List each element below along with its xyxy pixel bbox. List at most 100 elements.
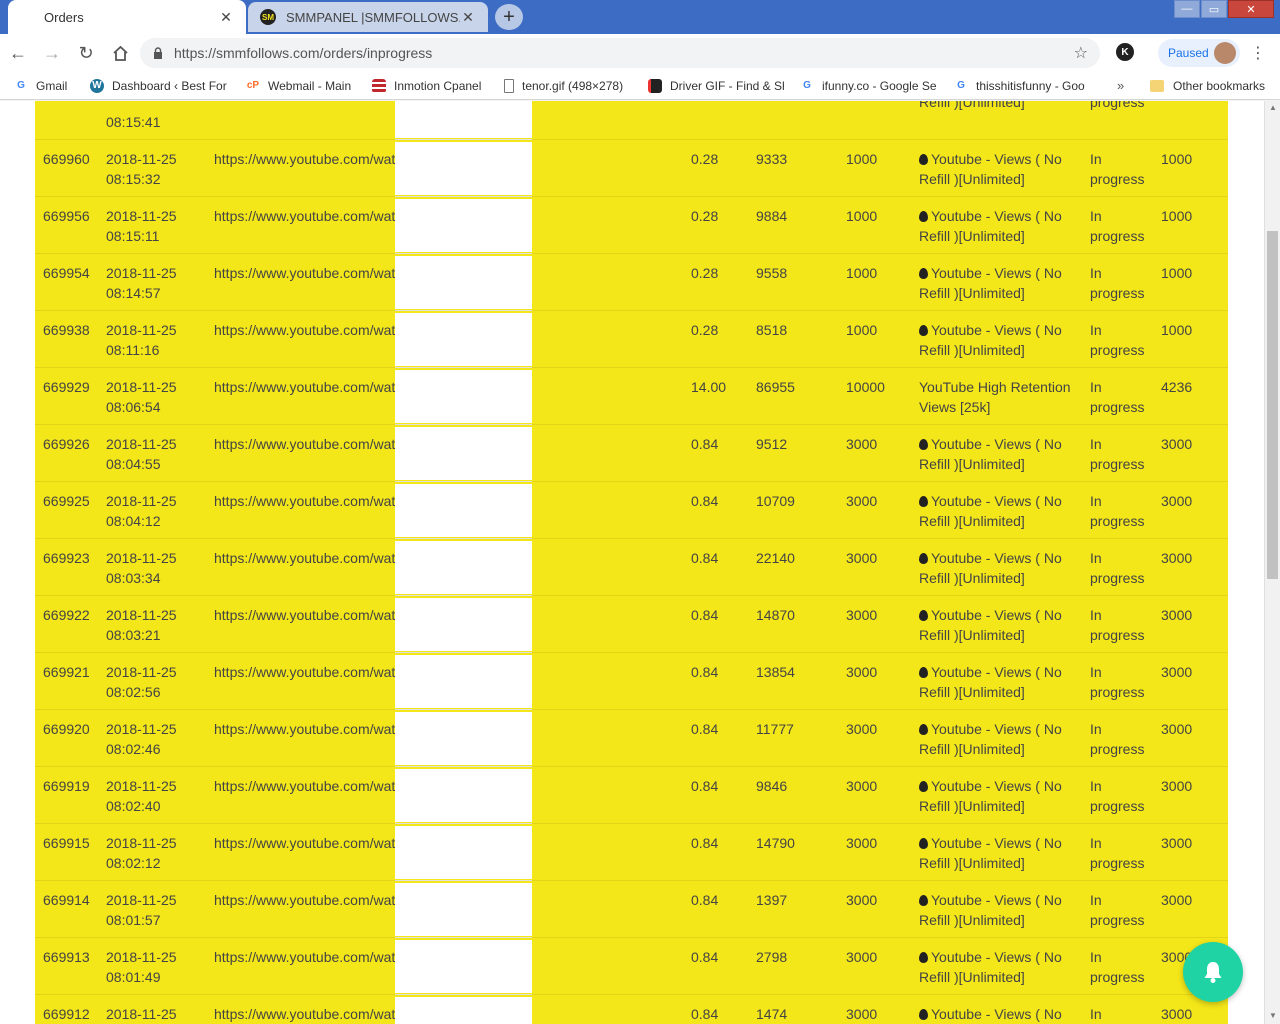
order-charge: 0.28 [691, 265, 719, 281]
order-link[interactable]: https://www.youtube.com/watch [214, 1004, 395, 1024]
order-status: progress [1090, 101, 1145, 110]
order-service-label: Youtube - Views ( No Refill )[Unlimited] [919, 151, 1062, 187]
back-button[interactable]: ← [2, 37, 34, 69]
other-bookmarks[interactable]: Other bookmarks [1150, 72, 1265, 100]
order-date-day: 2018-11-25 [106, 265, 177, 281]
notifications-button[interactable] [1183, 942, 1243, 1002]
order-link[interactable]: https://www.youtube.com/watch [214, 206, 395, 226]
bookmark-ifunny[interactable]: G ifunny.co - Google Se [800, 79, 938, 93]
redaction-block [395, 484, 532, 537]
order-remains: 3000 [1161, 550, 1193, 566]
extension-icon[interactable]: K [1116, 43, 1134, 61]
order-charge: 0.84 [691, 607, 719, 623]
maximize-button[interactable]: ▭ [1201, 0, 1227, 18]
order-link[interactable]: https://www.youtube.com/watch [214, 320, 395, 340]
order-link[interactable]: https://www.youtube.com/watch [214, 605, 395, 625]
order-link[interactable]: https://www.youtube.com/watch [214, 149, 395, 169]
address-bar[interactable]: https://smmfollows.com/orders/inprogress… [140, 38, 1100, 68]
order-quantity: 3000 [846, 436, 878, 452]
order-date-day: 2018-11-25 [106, 208, 177, 224]
order-date-time: 08:02:40 [106, 798, 161, 814]
plus-icon: + [503, 5, 515, 28]
order-charge: 14.00 [691, 379, 727, 395]
table-row: 669925 2018-11-25 08:04:12 https://www.yout… [35, 482, 1228, 539]
order-status: In progress [1090, 208, 1145, 244]
google-icon: G [957, 80, 965, 91]
order-date-day: 2018-11-25 [106, 436, 177, 452]
order-date: 2018-11-25 08:06:54 [106, 377, 196, 417]
tab-orders[interactable]: Orders ✕ [8, 0, 246, 34]
order-status: In progress [1090, 664, 1145, 700]
scroll-thumb[interactable] [1267, 231, 1278, 579]
order-link[interactable]: https://www.youtube.com/watch [214, 947, 395, 967]
order-service: Youtube - Views ( No Refill )[Unlimited] [919, 206, 1079, 246]
order-date-day: 2018-11-25 [106, 949, 177, 965]
order-charge: 0.28 [691, 322, 719, 338]
redaction-block [395, 769, 532, 822]
order-service-label: Youtube - Views ( No Refill )[Unlimited] [919, 664, 1062, 700]
table-row: 669922 2018-11-25 08:03:21 https://www.yout… [35, 596, 1228, 653]
bookmarks-overflow-icon[interactable]: » [1117, 78, 1124, 93]
order-charge: 0.84 [691, 892, 719, 908]
flame-icon [919, 667, 928, 678]
kebab-menu-icon[interactable]: ⋮ [1250, 43, 1266, 63]
order-link[interactable]: https://www.youtube.com/watch [214, 548, 395, 568]
order-start-count: 9333 [756, 151, 788, 167]
order-link[interactable]: https://www.youtube.com/watch [214, 890, 395, 910]
bookmark-webmail[interactable]: cP Webmail - Main [246, 79, 356, 93]
home-button[interactable] [104, 37, 136, 69]
bookmark-tenor[interactable]: tenor.gif (498×278) [504, 78, 632, 93]
table-row: 669938 2018-11-25 08:11:16 https://www.yout… [35, 311, 1228, 368]
close-tab-icon[interactable]: ✕ [460, 9, 476, 26]
tab-title: SMMPANEL |SMMFOLLOWS.COM [286, 9, 460, 25]
redaction-block [395, 655, 532, 708]
new-tab-button[interactable]: + [495, 4, 523, 30]
scroll-down-icon[interactable]: ▼ [1269, 1011, 1277, 1020]
minimize-button[interactable]: — [1174, 0, 1200, 18]
order-remains: 3000 [1161, 1006, 1193, 1022]
flame-icon [919, 325, 928, 336]
bookmark-inmotion[interactable]: Inmotion Cpanel [372, 78, 488, 93]
order-date-day: 2018-11-25 [106, 493, 177, 509]
tab-smmpanel[interactable]: SM SMMPANEL |SMMFOLLOWS.COM ✕ [248, 2, 488, 32]
order-link[interactable]: https://www.youtube.com/watch [214, 776, 395, 796]
order-link[interactable]: https://www.youtube.com/watch [214, 833, 395, 853]
star-icon[interactable]: ☆ [1074, 43, 1088, 63]
order-date-day: 2018-11-25 [106, 778, 177, 794]
bookmark-dashboard[interactable]: W Dashboard ‹ Best For [90, 78, 230, 93]
order-date-day: 2018-11-25 [106, 607, 177, 623]
order-link[interactable]: https://www.youtube.com/watch [214, 491, 395, 511]
flame-icon [919, 439, 928, 450]
close-window-button[interactable]: ✕ [1228, 0, 1274, 18]
order-charge: 0.84 [691, 721, 719, 737]
reload-button[interactable]: ↻ [70, 37, 102, 69]
order-link[interactable]: https://www.youtube.com/watch [214, 662, 395, 682]
bookmark-gmail[interactable]: G Gmail [14, 79, 74, 93]
order-quantity: 3000 [846, 949, 878, 965]
profile-button[interactable]: Paused [1158, 39, 1240, 67]
order-date: 08:15:41 [106, 101, 196, 132]
bookmark-thisshitisfunny[interactable]: G thisshitisfunny - Goo [954, 79, 1094, 93]
order-date-time: 08:03:34 [106, 570, 161, 586]
redaction-block [395, 940, 532, 993]
flame-icon [919, 895, 928, 906]
browser-toolbar: ← → ↻ https://smmfollows.com/orders/inpr… [0, 34, 1280, 72]
order-service-label: Youtube - Views ( No [931, 1006, 1062, 1022]
order-link[interactable]: https://www.youtube.com/watch [214, 719, 395, 739]
scroll-up-icon[interactable]: ▲ [1269, 103, 1277, 112]
table-row: 669921 2018-11-25 08:02:56 https://www.yout… [35, 653, 1228, 710]
order-status: In progress [1090, 778, 1145, 814]
forward-button[interactable]: → [36, 37, 68, 69]
order-date-day: 2018-11-25 [106, 835, 177, 851]
profile-status: Paused [1168, 46, 1209, 60]
order-link[interactable]: https://www.youtube.com/watch [214, 434, 395, 454]
order-status: In [1090, 1006, 1102, 1022]
page-scrollbar[interactable]: ▲ ▼ [1264, 101, 1280, 1024]
order-link[interactable]: https://www.youtube.com/watch [214, 377, 395, 397]
order-id: 669960 [43, 151, 90, 167]
close-tab-icon[interactable]: ✕ [218, 9, 234, 26]
bookmark-driver-gif[interactable]: Driver GIF - Find & Sh [648, 78, 784, 93]
folder-icon [1150, 80, 1164, 92]
table-row: 669926 2018-11-25 08:04:55 https://www.yout… [35, 425, 1228, 482]
order-link[interactable]: https://www.youtube.com/watch [214, 263, 395, 283]
